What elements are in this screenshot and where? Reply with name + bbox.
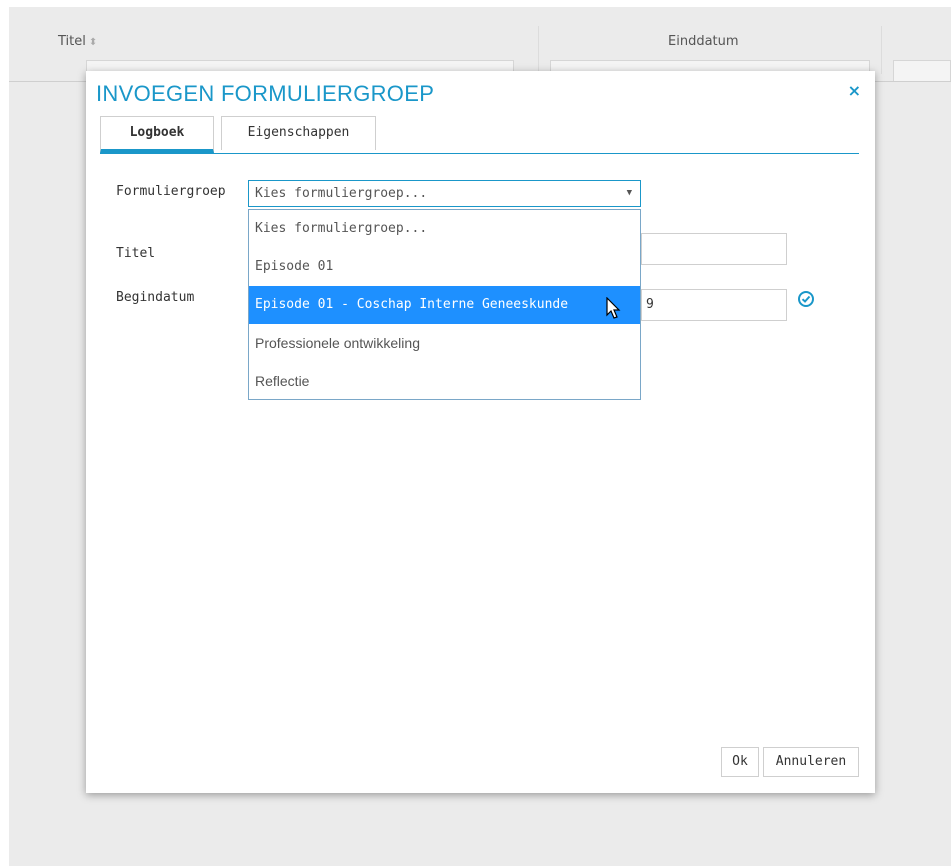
formuliergroep-select-value: Kies formuliergroep...	[255, 186, 428, 201]
formuliergroep-label: Formuliergroep	[116, 184, 226, 199]
clock-icon[interactable]	[797, 290, 815, 308]
tab-logboek[interactable]: Logboek	[100, 116, 214, 153]
begindatum-label: Begindatum	[116, 290, 195, 305]
sort-icon[interactable]: ⬍	[89, 37, 97, 48]
titel-input[interactable]	[641, 233, 787, 265]
begindatum-input[interactable]: 9	[641, 289, 787, 321]
tab-bar: Logboek Eigenschappen	[100, 116, 859, 154]
column-divider	[881, 26, 882, 74]
dropdown-option-selected[interactable]: Episode 01 - Coschap Interne Geneeskunde	[249, 286, 640, 324]
caret-down-icon: ▼	[626, 188, 632, 198]
dropdown-option[interactable]: Professionele ontwikkeling	[249, 324, 640, 362]
filter-cell	[893, 60, 951, 82]
column-header-titel-label: Titel	[58, 34, 86, 49]
dropdown-option[interactable]: Episode 01	[249, 248, 640, 286]
insert-formuliergroep-dialog: INVOEGEN FORMULIERGROEP × Logboek Eigens…	[86, 71, 875, 793]
ok-button[interactable]: Ok	[721, 747, 759, 777]
dropdown-option[interactable]: Kies formuliergroep...	[249, 210, 640, 248]
column-header-einddatum[interactable]: Einddatum	[668, 34, 739, 49]
formuliergroep-dropdown-list: Kies formuliergroep... Episode 01 Episod…	[248, 209, 641, 400]
column-header-titel[interactable]: Titel ⬍	[58, 34, 97, 49]
close-icon[interactable]: ×	[848, 81, 861, 100]
dialog-title: INVOEGEN FORMULIERGROEP	[96, 81, 435, 106]
dropdown-option[interactable]: Reflectie	[249, 362, 640, 400]
cancel-button[interactable]: Annuleren	[763, 747, 859, 777]
formuliergroep-select[interactable]: Kies formuliergroep... ▼	[248, 180, 641, 207]
tab-eigenschappen[interactable]: Eigenschappen	[221, 116, 376, 150]
column-divider	[538, 26, 539, 74]
titel-label: Titel	[116, 246, 156, 261]
mouse-pointer-icon	[606, 297, 621, 319]
